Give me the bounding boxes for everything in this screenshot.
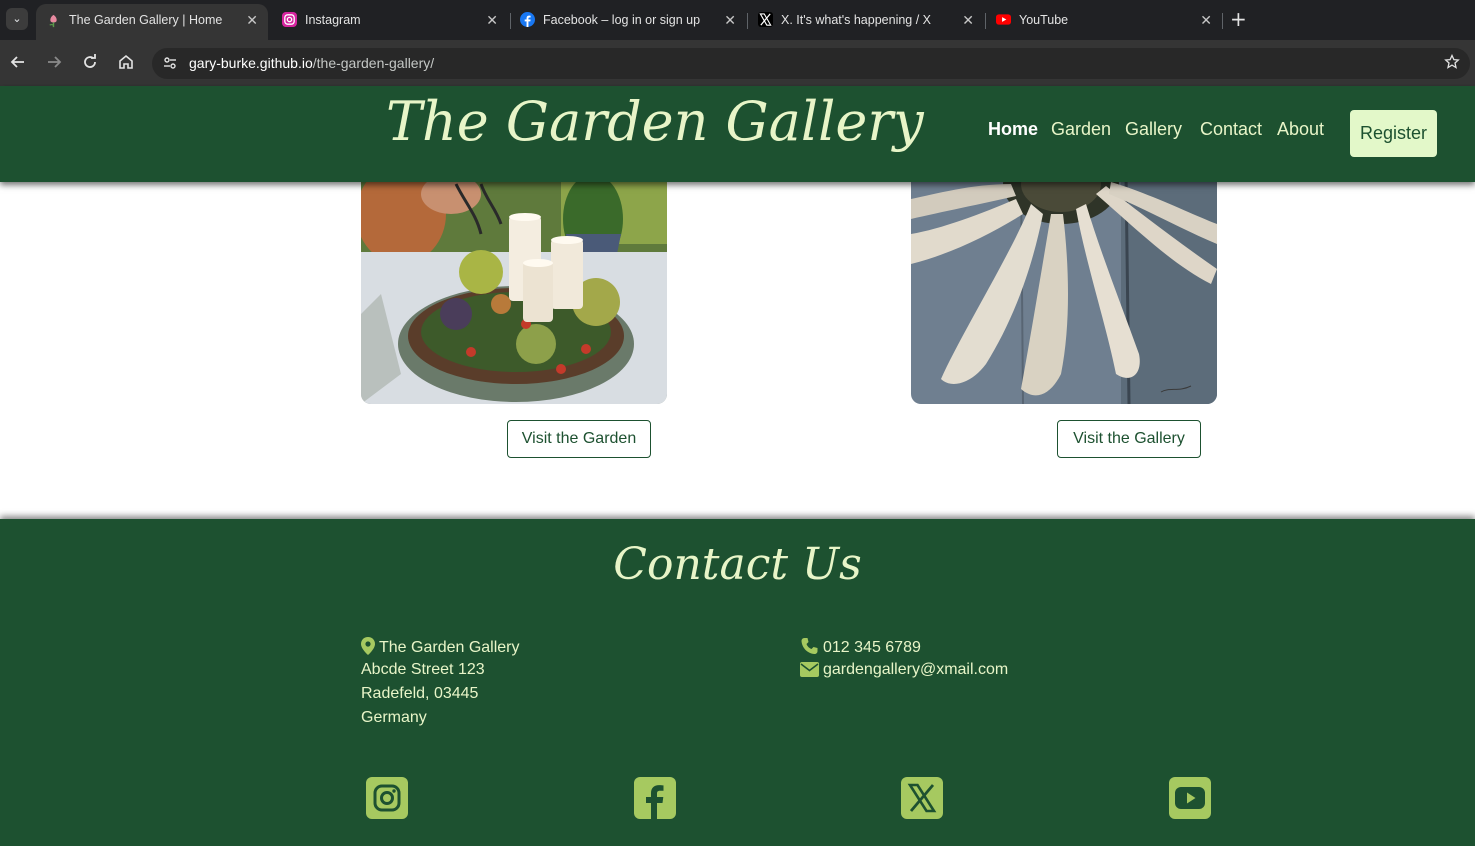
tab-youtube[interactable]: YouTube ✕ bbox=[986, 0, 1222, 40]
tab-x[interactable]: X. It's what's happening / X ✕ bbox=[748, 0, 984, 40]
address-bar[interactable]: gary-burke.github.io/the-garden-gallery/ bbox=[152, 48, 1470, 79]
address-line-4: Germany bbox=[361, 709, 427, 726]
nav-garden[interactable]: Garden bbox=[1051, 119, 1111, 140]
site-logo[interactable]: The Garden Gallery bbox=[386, 90, 924, 153]
forward-arrow-icon[interactable] bbox=[44, 52, 64, 72]
tab-instagram[interactable]: Instagram ✕ bbox=[272, 0, 508, 40]
x-favicon-icon bbox=[758, 12, 773, 27]
tulip-favicon-icon bbox=[49, 14, 57, 28]
tab-search-button[interactable]: ⌄ bbox=[6, 8, 28, 30]
nav-gallery[interactable]: Gallery bbox=[1125, 119, 1182, 140]
tab-garden-gallery[interactable]: The Garden Gallery | Home ✕ bbox=[36, 4, 268, 40]
tab-close-icon[interactable]: ✕ bbox=[724, 0, 736, 40]
browser-toolbar: gary-burke.github.io/the-garden-gallery/ bbox=[0, 40, 1475, 86]
address-name: The Garden Gallery bbox=[361, 637, 520, 657]
address-line-2: Abcde Street 123 bbox=[361, 661, 485, 678]
nav-about[interactable]: About bbox=[1277, 119, 1324, 140]
tab-title: The Garden Gallery | Home bbox=[69, 13, 223, 27]
instagram-favicon-icon bbox=[282, 12, 297, 27]
gallery-image bbox=[911, 174, 1217, 404]
map-pin-icon bbox=[361, 637, 375, 655]
tab-facebook[interactable]: Facebook – log in or sign up ✕ bbox=[510, 0, 746, 40]
x-icon[interactable] bbox=[901, 777, 943, 819]
tab-close-icon[interactable]: ✕ bbox=[246, 4, 258, 37]
envelope-icon bbox=[800, 662, 819, 677]
email-address[interactable]: gardengallery@xmail.com bbox=[823, 661, 1008, 678]
instagram-icon[interactable] bbox=[366, 777, 408, 819]
phone-number[interactable]: 012 345 6789 bbox=[823, 639, 921, 656]
browser-tab-bar: ⌄ The Garden Gallery | Home ✕ Instagram … bbox=[0, 0, 1475, 40]
site-header: The Garden Gallery Home Garden Gallery C… bbox=[0, 86, 1475, 182]
home-icon[interactable] bbox=[116, 52, 136, 72]
youtube-icon[interactable] bbox=[1169, 777, 1211, 819]
nav-contact[interactable]: Contact bbox=[1200, 119, 1262, 140]
contact-title: Contact Us bbox=[613, 539, 862, 590]
reload-icon[interactable] bbox=[80, 52, 100, 72]
tab-close-icon[interactable]: ✕ bbox=[1200, 0, 1212, 40]
main-content: Visit the Garden Visit the Gallery bbox=[0, 174, 1475, 519]
address-line-3: Radefeld, 03445 bbox=[361, 685, 479, 702]
new-tab-button[interactable]: + bbox=[1230, 8, 1247, 30]
visit-garden-button[interactable]: Visit the Garden bbox=[507, 420, 651, 458]
garden-image bbox=[361, 174, 667, 404]
email-line: gardengallery@xmail.com bbox=[800, 661, 1008, 679]
phone-icon bbox=[801, 638, 818, 654]
back-arrow-icon[interactable] bbox=[8, 52, 28, 72]
footer: Contact Us The Garden Gallery Abcde Stre… bbox=[0, 519, 1475, 846]
tab-title: Facebook – log in or sign up bbox=[543, 13, 701, 27]
tab-title: Instagram bbox=[305, 13, 361, 27]
tab-separator bbox=[1222, 13, 1223, 29]
facebook-favicon-icon bbox=[520, 12, 535, 27]
phone-line: 012 345 6789 bbox=[800, 637, 921, 657]
tab-title: YouTube bbox=[1019, 13, 1069, 27]
tab-close-icon[interactable]: ✕ bbox=[486, 0, 498, 40]
nav-home[interactable]: Home bbox=[988, 119, 1038, 140]
address-line-1: The Garden Gallery bbox=[379, 639, 520, 656]
url-text: gary-burke.github.io/the-garden-gallery/ bbox=[189, 48, 434, 79]
bookmark-star-icon[interactable] bbox=[1444, 53, 1460, 74]
tab-title: X. It's what's happening / X bbox=[781, 13, 931, 27]
register-button[interactable]: Register bbox=[1350, 110, 1437, 157]
url-host: gary-burke.github.io bbox=[189, 55, 313, 71]
facebook-icon[interactable] bbox=[634, 777, 676, 819]
tab-close-icon[interactable]: ✕ bbox=[962, 0, 974, 40]
url-path: /the-garden-gallery/ bbox=[312, 55, 435, 71]
youtube-favicon-icon bbox=[996, 14, 1011, 25]
site-info-icon[interactable] bbox=[162, 55, 178, 71]
visit-gallery-button[interactable]: Visit the Gallery bbox=[1057, 420, 1201, 458]
